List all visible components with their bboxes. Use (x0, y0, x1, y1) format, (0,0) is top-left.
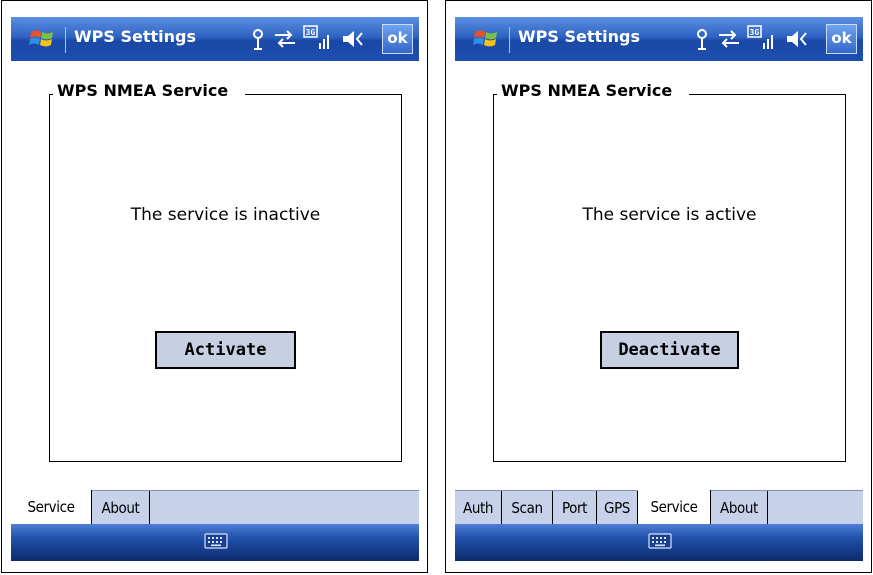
activate-button[interactable]: Activate (155, 331, 296, 369)
soft-key-bar (455, 524, 863, 561)
soft-key-bar (11, 524, 419, 561)
tab-gps[interactable]: GPS (597, 491, 638, 525)
3g-signal-icon[interactable]: 3G (747, 25, 773, 51)
tab-service[interactable]: Service (638, 490, 711, 525)
speaker-icon[interactable] (785, 29, 809, 49)
title-bar: WPS Settings 3G ok (11, 17, 419, 61)
groupbox-border (245, 94, 402, 95)
groupbox-title: WPS NMEA Service (57, 81, 229, 100)
tab-about[interactable]: About (92, 491, 150, 525)
tab-bar: Service About (11, 490, 419, 525)
groupbox-border (49, 94, 53, 95)
svg-text:3G: 3G (750, 28, 760, 37)
sync-arrows-icon[interactable] (717, 30, 741, 48)
groupbox-border (689, 94, 846, 95)
tab-bar: Auth Scan Port GPS Service About (455, 490, 863, 525)
ok-button[interactable]: ok (826, 24, 857, 54)
ok-button[interactable]: ok (382, 24, 413, 54)
title-separator (65, 27, 66, 53)
service-groupbox (493, 94, 846, 462)
window-title: WPS Settings (518, 27, 640, 46)
keyboard-icon[interactable] (648, 532, 672, 550)
service-status-text: The service is active (582, 205, 757, 225)
deactivate-button[interactable]: Deactivate (600, 331, 739, 369)
tab-service[interactable]: Service (11, 490, 92, 525)
service-status-text: The service is inactive (130, 205, 321, 225)
screen-active: WPS Settings 3G ok WPS NMEA Service The … (445, 0, 872, 573)
title-separator (509, 27, 510, 53)
tab-auth[interactable]: Auth (455, 491, 502, 525)
windows-start-icon[interactable] (29, 26, 55, 52)
service-groupbox (49, 94, 402, 462)
speaker-icon[interactable] (341, 29, 365, 49)
groupbox-border (493, 94, 497, 95)
tab-scan[interactable]: Scan (502, 491, 553, 525)
keyboard-icon[interactable] (204, 532, 228, 550)
window-title: WPS Settings (74, 27, 196, 46)
title-bar: WPS Settings 3G ok (455, 17, 863, 61)
3g-signal-icon[interactable]: 3G (303, 25, 329, 51)
antenna-icon[interactable] (249, 28, 267, 50)
windows-start-icon[interactable] (473, 26, 499, 52)
screen-inactive: WPS Settings 3G ok WPS NMEA Service The … (1, 0, 428, 573)
svg-text:3G: 3G (306, 28, 316, 37)
sync-arrows-icon[interactable] (273, 30, 297, 48)
tab-about[interactable]: About (711, 491, 768, 525)
groupbox-title: WPS NMEA Service (501, 81, 673, 100)
antenna-icon[interactable] (693, 28, 711, 50)
tab-port[interactable]: Port (553, 491, 597, 525)
